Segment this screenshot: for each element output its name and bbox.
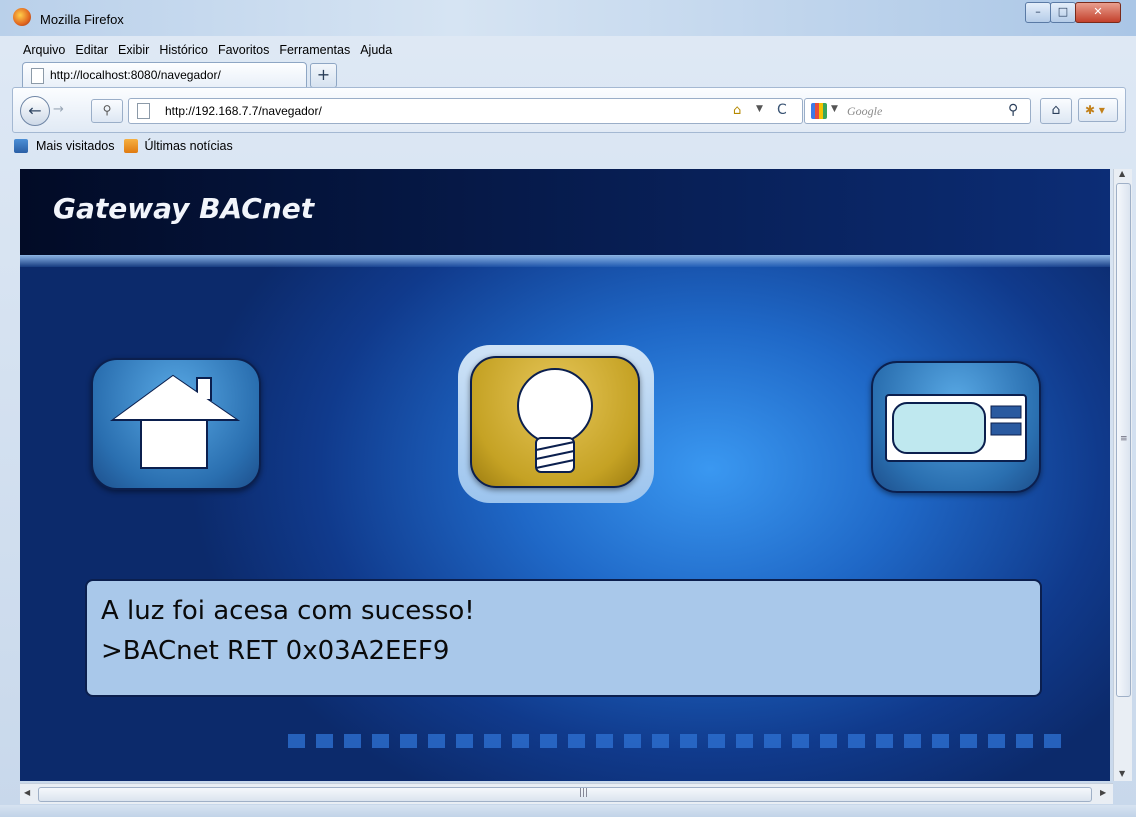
back-button[interactable]: ← — [20, 96, 50, 126]
tab-label: http://localhost:8080/navegador/ — [50, 68, 221, 82]
browser-tab[interactable]: http://localhost:8080/navegador/ — [22, 62, 307, 88]
menu-historico[interactable]: Histórico — [154, 43, 213, 61]
lightbulb-icon — [517, 368, 593, 473]
scroll-up-icon[interactable]: ▲ — [1119, 169, 1125, 178]
grip-icon: ||| — [579, 788, 589, 798]
browser-window: Mozilla Firefox – □ ✕ Arquivo Editar Exi… — [0, 0, 1136, 817]
decorative-dots — [288, 734, 1061, 748]
maximize-button[interactable]: □ — [1050, 2, 1076, 23]
house-icon — [109, 374, 241, 469]
menu-favoritos[interactable]: Favoritos — [213, 43, 274, 61]
horizontal-scroll-thumb[interactable]: ||| — [38, 787, 1092, 802]
menu-ajuda[interactable]: Ajuda — [355, 43, 397, 61]
decor-dot — [484, 734, 501, 748]
decor-dot — [932, 734, 949, 748]
vertical-scrollbar[interactable]: ▲ ≡ ▼ — [1113, 169, 1132, 781]
header-divider — [20, 255, 1110, 267]
status-bar — [0, 805, 1136, 817]
title-bar: Mozilla Firefox – □ ✕ — [0, 0, 1136, 36]
addon-button[interactable]: ✱ ▾ — [1078, 98, 1118, 122]
decor-dot — [820, 734, 837, 748]
tv-icon — [885, 394, 1027, 462]
home-bookmark-icon[interactable]: ⌂ — [733, 103, 741, 118]
decor-dot — [764, 734, 781, 748]
scroll-down-icon[interactable]: ▼ — [1119, 769, 1125, 778]
horizontal-scrollbar[interactable]: ◀ ||| ▶ — [20, 783, 1113, 804]
home-nav-button[interactable] — [91, 358, 261, 490]
status-message-box: A luz foi acesa com sucesso! >BACnet RET… — [85, 579, 1042, 697]
menu-arquivo[interactable]: Arquivo — [18, 43, 70, 61]
decor-dot — [876, 734, 893, 748]
decor-dot — [400, 734, 417, 748]
decor-dot — [1016, 734, 1033, 748]
home-button[interactable]: ⌂ — [1040, 98, 1072, 124]
tv-control-button[interactable] — [871, 361, 1041, 493]
bookmark-latest-news[interactable]: Últimas notícias — [145, 139, 233, 153]
decor-dot — [680, 734, 697, 748]
address-bar[interactable]: http://192.168.7.7/navegador/ ⌂ ▼ C — [128, 98, 803, 124]
page-title: Gateway BACnet — [53, 192, 315, 225]
status-message: A luz foi acesa com sucesso! — [101, 596, 475, 626]
decor-dot — [568, 734, 585, 748]
forward-button[interactable]: → — [53, 101, 73, 119]
menu-ferramentas[interactable]: Ferramentas — [274, 43, 355, 61]
close-button[interactable]: ✕ — [1075, 2, 1121, 23]
decor-dot — [988, 734, 1005, 748]
page-icon — [137, 103, 150, 119]
decor-dot — [372, 734, 389, 748]
decor-dot — [344, 734, 361, 748]
page-content: Gateway BACnet A luz foi acesa com suces… — [20, 169, 1110, 781]
bookmark-most-visited[interactable]: Mais visitados — [36, 139, 115, 153]
bookmark-icon — [14, 139, 28, 153]
decor-dot — [960, 734, 977, 748]
scroll-left-icon[interactable]: ◀ — [24, 788, 30, 797]
vertical-scroll-thumb[interactable]: ≡ — [1116, 183, 1131, 697]
google-icon[interactable] — [811, 103, 827, 119]
menu-exibir[interactable]: Exibir — [113, 43, 154, 61]
decor-dot — [512, 734, 529, 748]
menu-editar[interactable]: Editar — [70, 43, 113, 61]
minimize-button[interactable]: – — [1025, 2, 1051, 23]
decor-dot — [848, 734, 865, 748]
decor-dot — [316, 734, 333, 748]
decor-dot — [540, 734, 557, 748]
url-text[interactable]: http://192.168.7.7/navegador/ — [165, 104, 322, 118]
decor-dot — [1044, 734, 1061, 748]
search-input[interactable]: ▼ Google ⚲ — [804, 98, 1031, 124]
scroll-right-icon[interactable]: ▶ — [1100, 788, 1106, 797]
window-title: Mozilla Firefox — [40, 12, 124, 27]
chevron-down-icon[interactable]: ▼ — [831, 104, 838, 114]
site-identity-button[interactable]: ⚲ — [91, 99, 123, 123]
new-tab-button[interactable]: + — [310, 63, 337, 88]
decor-dot — [792, 734, 809, 748]
rss-icon — [123, 139, 138, 153]
bacnet-response: >BACnet RET 0x03A2EEF9 — [101, 636, 450, 666]
search-icon[interactable]: ⚲ — [1008, 102, 1018, 118]
decor-dot — [428, 734, 445, 748]
menu-bar: Arquivo Editar Exibir Histórico Favorito… — [18, 43, 397, 61]
firefox-logo-icon — [13, 8, 31, 26]
bookmarks-bar: Mais visitados Últimas notícias — [14, 136, 233, 156]
page-icon — [31, 68, 44, 84]
light-control-button[interactable] — [470, 356, 640, 488]
grip-icon: ≡ — [1120, 434, 1128, 444]
search-placeholder: Google — [847, 104, 883, 118]
decor-dot — [652, 734, 669, 748]
chevron-down-icon[interactable]: ▼ — [756, 104, 763, 114]
decor-dot — [904, 734, 921, 748]
decor-dot — [624, 734, 641, 748]
decor-dot — [456, 734, 473, 748]
decor-dot — [288, 734, 305, 748]
reload-button[interactable]: C — [777, 102, 787, 118]
decor-dot — [596, 734, 613, 748]
decor-dot — [736, 734, 753, 748]
decor-dot — [708, 734, 725, 748]
